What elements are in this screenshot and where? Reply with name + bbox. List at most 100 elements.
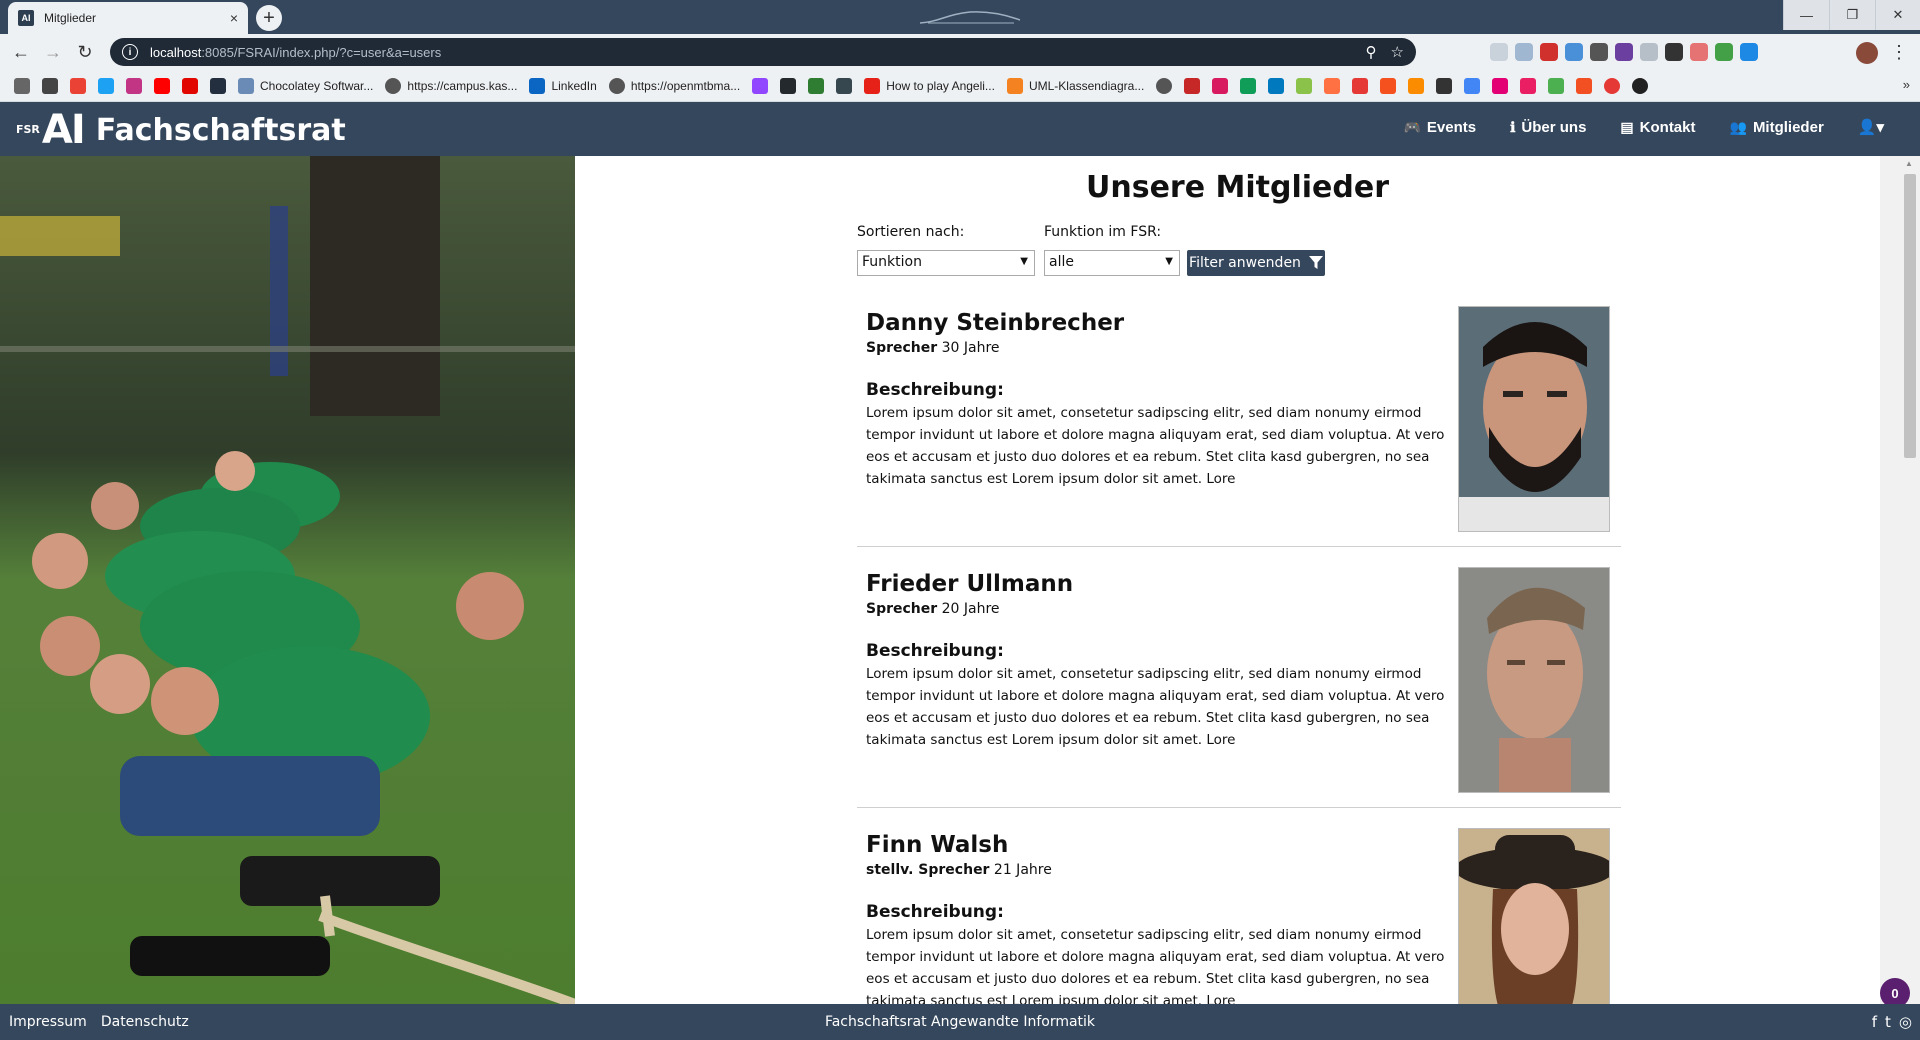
function-select[interactable]: alle ▼ [1044,250,1180,276]
new-tab-button[interactable]: + [256,5,282,31]
member-description-heading: Beschreibung: [866,380,1004,400]
extension-icon[interactable] [1515,43,1533,61]
info-icon: ℹ [1510,118,1516,135]
drive-icon[interactable] [1240,77,1257,94]
main-content: Unsere Mitglieder Sortieren nach: Funkti… [575,156,1900,1004]
page-title: Unsere Mitglieder [1086,170,1389,205]
bookmark-star-icon[interactable]: ☆ [1391,43,1404,61]
restore-button[interactable]: ❐ [1829,0,1875,30]
social-links: f t ◎ [1872,1013,1912,1031]
twitter-icon[interactable]: t [1885,1013,1891,1031]
nav-item-kontakt[interactable]: ▤ Kontakt [1620,118,1695,136]
member-meta: Sprecher 20 Jahre [866,601,1000,617]
zoom-icon[interactable]: ⚲ [1366,43,1377,61]
extension-icon[interactable] [1590,43,1608,61]
github-icon[interactable] [780,77,797,94]
telekom-icon[interactable] [1492,77,1509,94]
twitter-icon[interactable] [98,77,114,94]
caret-down-icon: ▼ [1165,256,1173,267]
sort-select[interactable]: Funktion ▼ [857,250,1035,276]
bookmark-item[interactable]: How to play Angeli... [864,77,995,94]
member-photo [1458,567,1610,793]
function-label: Funktion im FSR: [1044,224,1162,240]
google-icon[interactable] [70,77,86,94]
translate-icon[interactable] [1464,77,1481,94]
site-logo[interactable]: FSRAI Fachschaftsrat [16,110,346,150]
more-bookmarks-icon[interactable]: » [1903,77,1910,92]
pocket-icon[interactable] [1520,77,1537,94]
back-arrow-icon[interactable]: ← [10,41,32,63]
member-description: Lorem ipsum dolor sit amet, consetetur s… [866,666,1445,748]
filter-icon [1308,256,1323,269]
trello-icon[interactable] [1268,77,1285,94]
member-meta: Sprecher 30 Jahre [866,340,1000,356]
member-description-heading: Beschreibung: [866,902,1004,922]
page-scrollbar[interactable]: ▲ [1900,156,1920,1004]
bookmark-icon[interactable] [1380,77,1397,94]
bookmark-item[interactable]: LinkedIn [529,77,597,94]
extension-icon[interactable] [1615,43,1633,61]
twitch-icon[interactable] [752,77,769,94]
reload-icon[interactable]: ↻ [74,41,96,63]
bookmark-icon[interactable] [1408,77,1425,94]
bookmark-icon[interactable] [1352,77,1369,94]
extension-icon[interactable] [1565,43,1583,61]
extension-icon[interactable] [1740,43,1758,61]
extension-icon[interactable] [1715,43,1733,61]
user-menu-icon[interactable]: 👤▾ [1858,118,1884,136]
formula1-icon[interactable] [182,77,198,94]
close-window-button[interactable]: ✕ [1875,0,1920,30]
history-icon[interactable] [14,77,30,94]
impressum-link[interactable]: Impressum [9,1014,87,1030]
bookmark-item[interactable]: https://openmtbma... [608,77,740,94]
instagram-icon[interactable]: ◎ [1899,1013,1912,1031]
download-icon[interactable] [42,77,58,94]
scroll-up-icon[interactable]: ▲ [1905,159,1913,168]
nav-item-mitglieder[interactable]: 👥 Mitglieder [1730,118,1824,136]
extension-icon[interactable] [1490,43,1508,61]
bookmark-icon[interactable] [1632,77,1649,94]
bookmark-icon[interactable] [836,77,853,94]
youtube-icon[interactable] [154,77,170,94]
address-bar[interactable]: i localhost:8085/FSRAI/index.php/?c=user… [110,38,1416,66]
url-text[interactable]: localhost:8085/FSRAI/index.php/?c=user&a… [150,45,1352,60]
facebook-icon[interactable]: f [1872,1013,1877,1031]
bookmark-item[interactable]: Chocolatey Softwar... [238,77,373,94]
profile-avatar[interactable] [1856,42,1878,64]
bookmark-icon[interactable] [1296,77,1313,94]
bookmark-icon[interactable] [1548,77,1565,94]
bookmark-icon[interactable] [1604,77,1621,94]
member-card: Frieder Ullmann Sprecher 20 Jahre Beschr… [857,547,1621,808]
nav-item-events[interactable]: 🎮 Events [1403,118,1476,136]
tab-close-icon[interactable]: × [230,10,238,26]
bookmark-icon[interactable] [1324,77,1341,94]
minimize-button[interactable]: — [1783,0,1829,30]
scroll-thumb[interactable] [1904,174,1916,458]
bookmark-icon[interactable] [1184,77,1201,94]
site-favicon-icon: AI [18,10,34,26]
contact-card-icon: ▤ [1620,118,1634,135]
apply-filter-button[interactable]: Filter anwenden [1187,250,1325,276]
info-icon[interactable]: i [122,44,138,60]
bookmark-icon[interactable] [808,77,825,94]
bookmark-icon[interactable] [1156,77,1173,94]
pocket-icon[interactable] [1640,43,1658,61]
extension-icon[interactable] [1690,43,1708,61]
microsoft-icon[interactable] [1576,77,1593,94]
amazon-icon[interactable] [210,77,226,94]
extension-icon[interactable] [1665,43,1683,61]
nav-item-ueber-uns[interactable]: ℹ Über uns [1510,118,1586,136]
site-header: FSRAI Fachschaftsrat 🎮 Events ℹ Über uns ▤… [0,102,1920,156]
bookmark-item[interactable]: UML-Klassendiagra... [1006,77,1144,94]
browser-toolbar: ← → ↻ i localhost:8085/FSRAI/index.php/?… [0,34,1920,70]
member-description: Lorem ipsum dolor sit amet, consetetur s… [866,405,1445,487]
bookmark-icon[interactable] [1436,77,1453,94]
adblock-icon[interactable] [1540,43,1558,61]
forward-arrow-icon[interactable]: → [42,41,64,63]
bookmark-item[interactable]: https://campus.kas... [385,77,517,94]
browser-tab-active[interactable]: AI Mitglieder × [8,2,248,34]
datenschutz-link[interactable]: Datenschutz [101,1014,189,1030]
instagram-icon[interactable] [126,77,142,94]
bookmark-icon[interactable] [1212,77,1229,94]
browser-menu-icon[interactable]: ⋮ [1890,42,1908,63]
